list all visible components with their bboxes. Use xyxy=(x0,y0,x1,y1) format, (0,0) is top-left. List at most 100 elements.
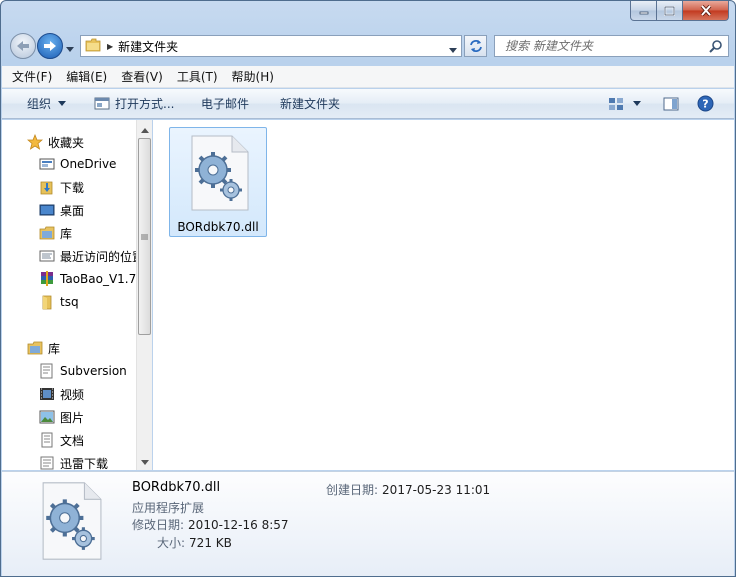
downloads-folder-icon xyxy=(39,179,55,195)
close-button[interactable] xyxy=(683,1,729,21)
help-icon: ? xyxy=(697,95,714,112)
star-icon xyxy=(27,134,43,150)
nav-scrollbar[interactable] xyxy=(136,120,152,470)
nav-item-subversion[interactable]: Subversion xyxy=(39,361,127,381)
svg-text:?: ? xyxy=(702,98,708,111)
minimize-icon xyxy=(639,11,648,14)
preview-pane-button[interactable] xyxy=(663,97,679,111)
search-icon[interactable] xyxy=(709,39,723,56)
breadcrumb-current[interactable]: 新建文件夹 xyxy=(118,38,178,55)
winrar-archive-icon xyxy=(39,271,55,287)
nav-item-pictures[interactable]: 图片 xyxy=(39,407,84,427)
scroll-up-button[interactable] xyxy=(137,122,153,138)
nav-item-onedrive[interactable]: OneDrive xyxy=(39,154,116,174)
nav-item-desktop[interactable]: 桌面 xyxy=(39,200,84,220)
caption-buttons xyxy=(630,1,729,21)
nav-item-thunder-downloads[interactable]: 迅雷下载 xyxy=(39,453,108,470)
menu-edit[interactable]: 编辑(E) xyxy=(66,68,107,85)
close-icon xyxy=(700,5,711,16)
nav-label: tsq xyxy=(60,295,79,309)
scroll-down-icon xyxy=(141,459,149,465)
open-with-button[interactable]: 打开方式... xyxy=(94,95,174,112)
recent-places-icon xyxy=(39,248,55,264)
open-with-label: 打开方式... xyxy=(115,97,175,111)
details-created-label: 创建日期: xyxy=(326,483,379,497)
folder-icon xyxy=(85,38,101,55)
library-icon xyxy=(27,340,43,356)
file-item[interactable]: BORdbk70.dll xyxy=(169,127,267,237)
details-file-name: BORdbk70.dll xyxy=(132,480,221,495)
nav-item-tsq[interactable]: tsq xyxy=(39,292,79,312)
chevron-down-icon xyxy=(66,47,74,52)
search-input[interactable] xyxy=(495,36,705,56)
nav-item-documents[interactable]: 文档 xyxy=(39,430,84,450)
chevron-down-icon xyxy=(449,48,457,53)
command-bar: 组织 打开方式... 电子邮件 新建文件夹 ? xyxy=(2,89,734,119)
preview-pane-icon xyxy=(663,97,679,110)
nav-label: 库 xyxy=(48,341,61,356)
back-button[interactable] xyxy=(10,33,36,59)
chevron-down-icon xyxy=(633,100,641,106)
forward-button[interactable] xyxy=(37,33,63,59)
refresh-button[interactable] xyxy=(464,35,487,57)
chevron-down-icon xyxy=(58,100,67,106)
nav-label: TaoBao_V1.7 xyxy=(60,272,137,286)
search-box[interactable] xyxy=(494,35,729,57)
menu-file[interactable]: 文件(F) xyxy=(12,68,52,85)
address-bar[interactable]: ▶ 新建文件夹 xyxy=(80,35,462,57)
nav-label: 文档 xyxy=(60,433,85,448)
folder-icon xyxy=(39,294,55,310)
email-button[interactable]: 电子邮件 xyxy=(201,95,249,112)
minimize-button[interactable] xyxy=(630,1,657,21)
file-list-area[interactable]: BORdbk70.dll xyxy=(153,120,734,470)
menu-help[interactable]: 帮助(H) xyxy=(232,68,274,85)
details-pane: BORdbk70.dll 应用程序扩展 修改日期: 2010-12-16 8:57… xyxy=(2,471,734,576)
nav-item-taobao[interactable]: TaoBao_V1.7 xyxy=(39,269,136,289)
video-icon xyxy=(39,386,55,402)
explorer-window: ▶ 新建文件夹 文件(F) 编辑(E) 查看(V) 工具(T) 帮助(H) 组织 xyxy=(0,0,736,577)
new-folder-button[interactable]: 新建文件夹 xyxy=(280,95,340,112)
maximize-button[interactable] xyxy=(657,1,683,21)
menu-view[interactable]: 查看(V) xyxy=(121,68,163,85)
details-size-value: 721 KB xyxy=(189,536,232,550)
scroll-thumb[interactable] xyxy=(138,138,151,335)
view-options-icon xyxy=(609,97,623,110)
breadcrumb-separator-icon[interactable]: ▶ xyxy=(107,42,113,51)
details-file-type: 应用程序扩展 xyxy=(132,501,205,515)
menu-tools[interactable]: 工具(T) xyxy=(177,68,218,85)
nav-libraries-header[interactable]: 库 xyxy=(27,338,60,358)
address-dropdown[interactable] xyxy=(449,43,457,57)
nav-item-library[interactable]: 库 xyxy=(39,223,72,243)
documents-icon xyxy=(39,432,55,448)
details-modified-label: 修改日期: xyxy=(132,518,185,532)
details-created-value: 2017-05-23 11:01 xyxy=(382,483,491,497)
scroll-up-icon xyxy=(141,127,149,133)
scroll-down-button[interactable] xyxy=(137,454,153,470)
grip-icon xyxy=(141,234,148,239)
details-size-label: 大小: xyxy=(157,536,186,550)
nav-label: 迅雷下载 xyxy=(60,456,109,471)
nav-label: 库 xyxy=(60,226,73,241)
details-created: 创建日期: 2017-05-23 11:01 xyxy=(326,481,490,498)
organize-button[interactable]: 组织 xyxy=(27,95,69,112)
nav-item-downloads[interactable]: 下载 xyxy=(39,177,84,197)
recent-pages-dropdown[interactable] xyxy=(66,42,74,56)
nav-label: 下载 xyxy=(60,180,85,195)
nav-favorites-header[interactable]: 收藏夹 xyxy=(27,132,84,152)
refresh-icon xyxy=(469,40,482,52)
change-view-button[interactable] xyxy=(608,97,644,111)
nav-item-videos[interactable]: 视频 xyxy=(39,384,84,404)
nav-label: Subversion xyxy=(60,364,127,378)
file-name: BORdbk70.dll xyxy=(177,220,259,234)
thunder-download-icon xyxy=(39,455,55,470)
menu-bar: 文件(F) 编辑(E) 查看(V) 工具(T) 帮助(H) xyxy=(2,66,734,88)
help-button[interactable]: ? xyxy=(697,95,714,112)
nav-label: 图片 xyxy=(60,410,85,425)
subversion-icon xyxy=(39,363,55,379)
pictures-icon xyxy=(39,409,55,425)
nav-label: 桌面 xyxy=(60,203,85,218)
details-modified: 修改日期: 2010-12-16 8:57 xyxy=(132,516,289,533)
nav-item-recent-places[interactable]: 最近访问的位置 xyxy=(39,246,144,266)
new-folder-label: 新建文件夹 xyxy=(280,97,341,111)
dll-gear-icon xyxy=(188,134,250,215)
